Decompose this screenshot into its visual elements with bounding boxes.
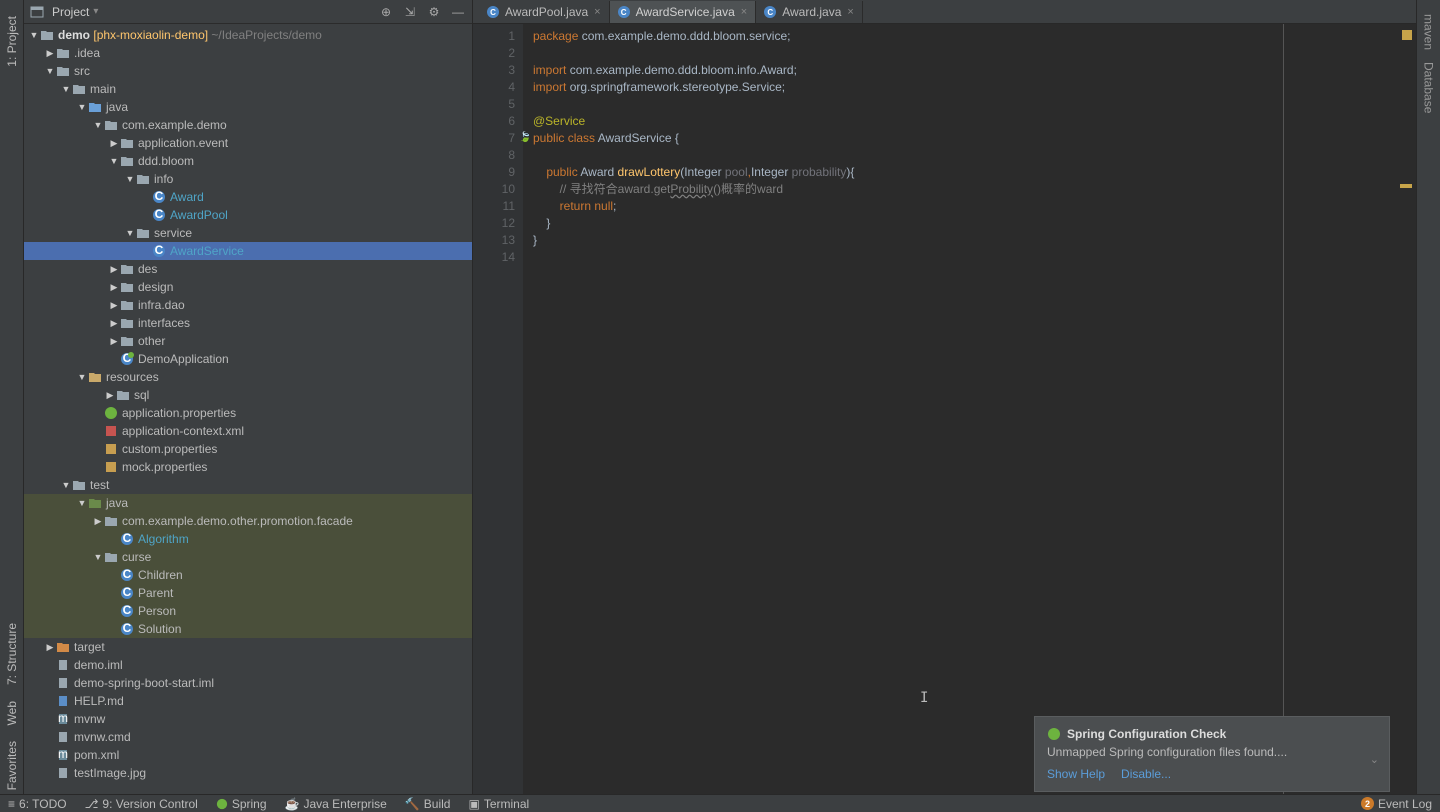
tree-app-event[interactable]: ▶application.event xyxy=(24,134,472,152)
tree-sql[interactable]: ▶sql xyxy=(24,386,472,404)
tree-awardpool[interactable]: CAwardPool xyxy=(24,206,472,224)
editor-area: CAwardPool.java× CAwardService.java× CAw… xyxy=(473,0,1416,812)
tree-mockprop[interactable]: mock.properties xyxy=(24,458,472,476)
tree-person[interactable]: CPerson xyxy=(24,602,472,620)
disable-link[interactable]: Disable... xyxy=(1121,767,1171,781)
project-tree[interactable]: ▼ demo [phx-moxiaolin-demo] ~/IdeaProjec… xyxy=(24,24,472,812)
tree-ddd[interactable]: ▼ddd.bloom xyxy=(24,152,472,170)
editor-body[interactable]: 123 456 789 101112 1314 🍃 package com.ex… xyxy=(473,24,1416,812)
build-tool-button[interactable]: 🔨Build xyxy=(405,797,451,811)
show-help-link[interactable]: Show Help xyxy=(1047,767,1105,781)
tree-award[interactable]: CAward xyxy=(24,188,472,206)
svg-text:C: C xyxy=(155,244,164,257)
tab-awardpool[interactable]: CAwardPool.java× xyxy=(479,1,610,23)
left-tool-rail: 1: Project 7: Structure Web 2: Favorites xyxy=(0,0,24,812)
svg-text:C: C xyxy=(123,622,132,635)
database-tool-button[interactable]: Database xyxy=(1420,56,1438,119)
tree-testimg[interactable]: testImage.jpg xyxy=(24,764,472,782)
tree-service[interactable]: ▼service xyxy=(24,224,472,242)
gear-icon[interactable]: ⚙ xyxy=(426,4,442,20)
notification-message: Unmapped Spring configuration files foun… xyxy=(1047,745,1377,759)
svg-text:C: C xyxy=(123,604,132,617)
tree-idea[interactable]: ▶.idea xyxy=(24,44,472,62)
tree-des[interactable]: ▶des xyxy=(24,260,472,278)
tree-design[interactable]: ▶design xyxy=(24,278,472,296)
project-tool-button[interactable]: 1: Project xyxy=(3,8,21,75)
todo-tool-button[interactable]: ≡6: TODO xyxy=(8,797,67,811)
terminal-tool-button[interactable]: ▣Terminal xyxy=(468,797,529,811)
tree-resources[interactable]: ▼resources xyxy=(24,368,472,386)
tree-infra[interactable]: ▶infra.dao xyxy=(24,296,472,314)
project-pane-header: Project ▾ ⊕ ⇲ ⚙ — xyxy=(24,0,472,24)
spring-leaf-icon xyxy=(1047,727,1061,741)
project-view-icon xyxy=(30,5,44,19)
tree-awardservice[interactable]: CAwardService xyxy=(24,242,472,260)
close-icon[interactable]: × xyxy=(847,6,853,18)
svg-text:C: C xyxy=(123,568,132,581)
svg-text:C: C xyxy=(155,190,164,203)
tree-root[interactable]: ▼ demo [phx-moxiaolin-demo] ~/IdeaProjec… xyxy=(24,26,472,44)
tree-mvnwcmd[interactable]: mvnw.cmd xyxy=(24,728,472,746)
tree-src[interactable]: ▼src xyxy=(24,62,472,80)
project-pane-title: Project xyxy=(52,5,89,19)
tab-award[interactable]: CAward.java× xyxy=(756,1,863,23)
bottom-toolbar: ≡6: TODO ⎇9: Version Control Spring ☕Jav… xyxy=(0,794,1440,812)
java-enterprise-tool-button[interactable]: ☕Java Enterprise xyxy=(285,797,387,811)
notification-balloon: Spring Configuration Check Unmapped Spri… xyxy=(1034,716,1390,792)
spring-tool-button[interactable]: Spring xyxy=(216,797,267,811)
tree-mvnw[interactable]: mmvnw xyxy=(24,710,472,728)
tree-interfaces[interactable]: ▶interfaces xyxy=(24,314,472,332)
notification-title: Spring Configuration Check xyxy=(1067,727,1226,741)
tree-other[interactable]: ▶other xyxy=(24,332,472,350)
tree-pkg[interactable]: ▼com.example.demo xyxy=(24,116,472,134)
event-log-button[interactable]: 2Event Log xyxy=(1361,797,1432,811)
tree-demoiml[interactable]: demo.iml xyxy=(24,656,472,674)
text-caret-icon: I xyxy=(920,690,928,706)
tree-test[interactable]: ▼test xyxy=(24,476,472,494)
tree-pom[interactable]: mpom.xml xyxy=(24,746,472,764)
tree-test-pkg[interactable]: ▶com.example.demo.other.promotion.facade xyxy=(24,512,472,530)
tree-test-java[interactable]: ▼java xyxy=(24,494,472,512)
svg-text:m: m xyxy=(58,748,68,761)
error-stripe-marker[interactable] xyxy=(1402,30,1412,40)
locate-icon[interactable]: ⊕ xyxy=(378,4,394,20)
tree-parent[interactable]: CParent xyxy=(24,584,472,602)
project-pane: Project ▾ ⊕ ⇲ ⚙ — ▼ demo [phx-moxiaolin-… xyxy=(24,0,473,812)
tree-spring-iml[interactable]: demo-spring-boot-start.iml xyxy=(24,674,472,692)
web-tool-button[interactable]: Web xyxy=(3,693,21,733)
tree-custprop[interactable]: custom.properties xyxy=(24,440,472,458)
svg-text:C: C xyxy=(123,532,132,545)
vcs-tool-button[interactable]: ⎇9: Version Control xyxy=(85,797,198,811)
tree-algorithm[interactable]: CAlgorithm xyxy=(24,530,472,548)
chevron-down-icon[interactable]: ⌄ xyxy=(1370,753,1379,766)
svg-text:C: C xyxy=(123,586,132,599)
collapse-icon[interactable]: ⇲ xyxy=(402,4,418,20)
tree-approp[interactable]: application.properties xyxy=(24,404,472,422)
maven-tool-button[interactable]: maven xyxy=(1420,8,1438,56)
tree-solution[interactable]: CSolution xyxy=(24,620,472,638)
svg-text:m: m xyxy=(58,712,68,725)
right-tool-rail: maven Database xyxy=(1416,0,1440,812)
tree-info[interactable]: ▼info xyxy=(24,170,472,188)
tree-help[interactable]: HELP.md xyxy=(24,692,472,710)
tree-curse[interactable]: ▼curse xyxy=(24,548,472,566)
editor-tabs: CAwardPool.java× CAwardService.java× CAw… xyxy=(473,0,1416,24)
tree-java[interactable]: ▼java xyxy=(24,98,472,116)
svg-text:C: C xyxy=(155,208,164,221)
structure-tool-button[interactable]: 7: Structure xyxy=(3,615,21,693)
warning-stripe-marker[interactable] xyxy=(1400,184,1412,188)
close-icon[interactable]: × xyxy=(741,6,747,18)
close-icon[interactable]: × xyxy=(594,6,600,18)
tree-demoapp[interactable]: CDemoApplication xyxy=(24,350,472,368)
tree-target[interactable]: ▶target xyxy=(24,638,472,656)
gutter[interactable]: 123 456 789 101112 1314 xyxy=(473,24,523,812)
tab-awardservice[interactable]: CAwardService.java× xyxy=(610,1,757,23)
tree-appctx[interactable]: application-context.xml xyxy=(24,422,472,440)
tree-children[interactable]: CChildren xyxy=(24,566,472,584)
tree-main[interactable]: ▼main xyxy=(24,80,472,98)
hide-icon[interactable]: — xyxy=(450,4,466,20)
